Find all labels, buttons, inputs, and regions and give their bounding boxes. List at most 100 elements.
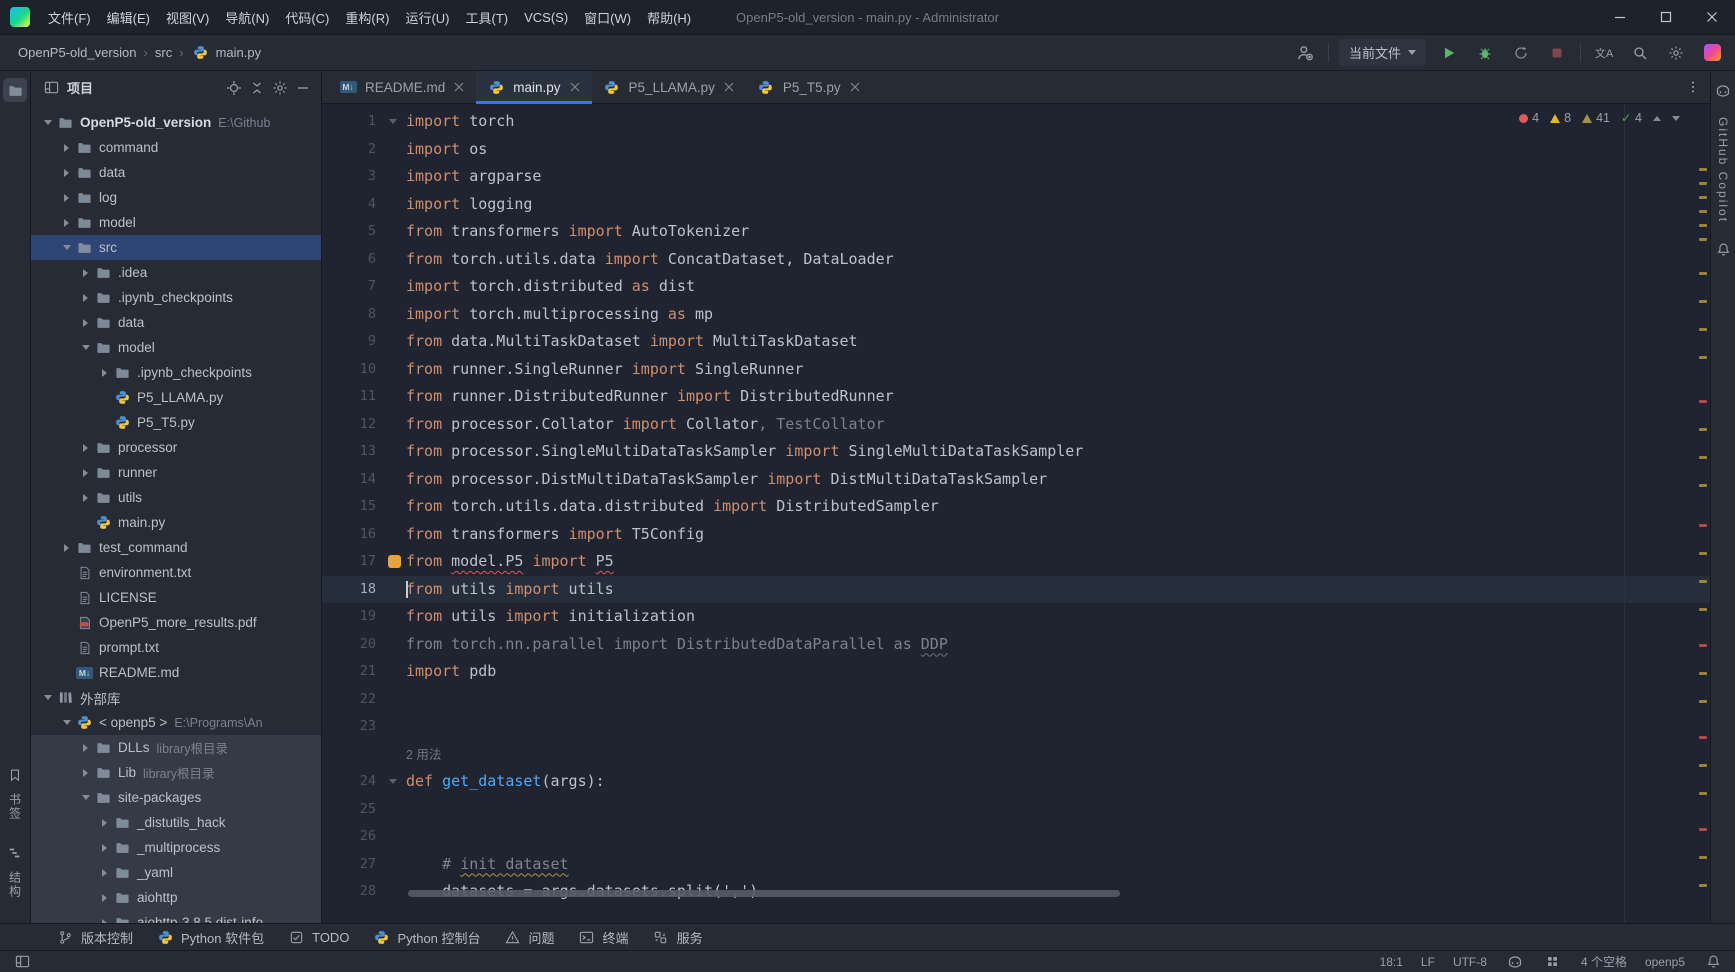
tree-row[interactable]: command (31, 135, 321, 160)
minimize-button[interactable] (1597, 0, 1643, 34)
code-line[interactable]: 10from runner.SingleRunner import Single… (322, 356, 1710, 384)
code-line[interactable]: 23 (322, 713, 1710, 741)
tree-row[interactable]: main.py (31, 510, 321, 535)
tab-close-icon[interactable] (722, 77, 736, 97)
editor-tab[interactable]: main.py (476, 71, 591, 103)
tab-close-icon[interactable] (848, 77, 862, 97)
code-area[interactable]: 1import torch2import os3import argparse4… (322, 104, 1710, 906)
tree-row[interactable]: .idea (31, 260, 321, 285)
hide-panel-icon[interactable] (293, 78, 313, 98)
chevron-right-icon[interactable] (77, 319, 94, 327)
next-issue-button[interactable] (1672, 116, 1680, 121)
notifications[interactable] (1703, 952, 1723, 972)
editor-tab[interactable]: M↓README.md (328, 71, 476, 103)
weak-warning-count[interactable]: 41 (1582, 111, 1610, 125)
menu-item[interactable]: 导航(N) (217, 3, 277, 32)
chevron-right-icon[interactable] (58, 219, 75, 227)
tab-close-icon[interactable] (452, 77, 466, 97)
tool-window-button[interactable]: 结构 (5, 843, 25, 907)
chevron-right-icon[interactable] (96, 919, 113, 924)
inlay-hint-line[interactable]: 2 用法 (322, 741, 1710, 769)
tree-row[interactable]: prompt.txt (31, 635, 321, 660)
run-configuration-select[interactable]: 当前文件 (1339, 39, 1426, 66)
line-separator[interactable]: LF (1421, 955, 1435, 969)
code-line[interactable]: 5from transformers import AutoTokenizer (322, 218, 1710, 246)
code-line[interactable]: 17from model.P5 import P5 (322, 548, 1710, 576)
menu-item[interactable]: 代码(C) (277, 3, 337, 32)
project-stripe-button[interactable] (3, 78, 27, 102)
chevron-right-icon[interactable] (58, 144, 75, 152)
horizontal-scrollbar[interactable] (408, 890, 1120, 897)
indent-size[interactable]: 4 个空格 (1581, 953, 1627, 970)
error-stripe-mark[interactable] (1699, 580, 1707, 583)
search-everywhere-icon[interactable] (1627, 40, 1653, 66)
error-stripe-mark[interactable] (1699, 400, 1707, 403)
error-stripe-mark[interactable] (1699, 792, 1707, 795)
maximize-button[interactable] (1643, 0, 1689, 34)
ai-assistant-icon[interactable] (1699, 40, 1725, 66)
tool-window-button[interactable]: TODO (277, 924, 358, 950)
run-with-coverage-icon[interactable] (1508, 40, 1534, 66)
error-stripe-mark[interactable] (1699, 356, 1707, 359)
tool-window-button[interactable]: 终端 (568, 924, 638, 950)
error-count[interactable]: 4 (1519, 111, 1539, 125)
chevron-right-icon[interactable] (58, 544, 75, 552)
chevron-down-icon[interactable] (39, 695, 56, 700)
menu-item[interactable]: 工具(T) (457, 3, 516, 32)
tree-row[interactable]: .ipynb_checkpoints (31, 285, 321, 310)
ok-count[interactable]: ✓4 (1621, 111, 1642, 125)
code-line[interactable]: 6from torch.utils.data import ConcatData… (322, 246, 1710, 274)
collapse-all-icon[interactable] (247, 78, 267, 98)
tree-row[interactable]: environment.txt (31, 560, 321, 585)
error-stripe-mark[interactable] (1699, 700, 1707, 703)
tree-row[interactable]: LICENSE (31, 585, 321, 610)
error-stripe-mark[interactable] (1699, 272, 1707, 275)
chevron-right-icon[interactable] (96, 844, 113, 852)
tool-window-button[interactable]: 服务 (642, 924, 712, 950)
tree-row[interactable]: src (31, 235, 321, 260)
tool-window-button[interactable]: 问题 (494, 924, 564, 950)
code-line[interactable]: 20from torch.nn.parallel import Distribu… (322, 631, 1710, 659)
tree-row[interactable]: site-packages (31, 785, 321, 810)
chevron-right-icon[interactable] (77, 294, 94, 302)
error-stripe-mark[interactable] (1699, 168, 1707, 171)
run-icon[interactable] (1436, 40, 1462, 66)
user-settings-icon[interactable] (1292, 40, 1318, 66)
ai-status[interactable] (1543, 952, 1563, 972)
code-line[interactable]: 25 (322, 796, 1710, 824)
tab-close-icon[interactable] (568, 77, 582, 97)
tree-row[interactable]: data (31, 310, 321, 335)
error-stripe-mark[interactable] (1699, 524, 1707, 527)
tree-row[interactable]: < openp5 >E:\Programs\An (31, 710, 321, 735)
editor-tab[interactable]: P5_LLAMA.py (592, 71, 746, 103)
chevron-down-icon[interactable] (39, 120, 56, 125)
chevron-right-icon[interactable] (77, 494, 94, 502)
code-line[interactable]: 18from utils import utils (322, 576, 1710, 604)
tree-row[interactable]: Liblibrary根目录 (31, 760, 321, 785)
tree-row[interactable]: aiohttp-3.8.5.dist-info (31, 910, 321, 923)
stop-icon[interactable] (1544, 40, 1570, 66)
chevron-right-icon[interactable] (96, 869, 113, 877)
settings-icon[interactable] (1663, 40, 1689, 66)
code-line[interactable]: 22 (322, 686, 1710, 714)
code-line[interactable]: 8import torch.multiprocessing as mp (322, 301, 1710, 329)
warning-count[interactable]: 8 (1550, 111, 1571, 125)
translate-icon[interactable]: 文A (1591, 40, 1617, 66)
tree-row[interactable]: P5_LLAMA.py (31, 385, 321, 410)
error-stripe-mark[interactable] (1699, 238, 1707, 241)
code-line[interactable]: 4import logging (322, 191, 1710, 219)
locate-file-icon[interactable] (224, 78, 244, 98)
breadcrumb-item[interactable]: main.py (187, 40, 266, 66)
menu-item[interactable]: 视图(V) (158, 3, 217, 32)
chevron-right-icon[interactable] (58, 194, 75, 202)
chevron-right-icon[interactable] (96, 894, 113, 902)
chevron-right-icon[interactable] (77, 269, 94, 277)
chevron-right-icon[interactable] (77, 769, 94, 777)
code-line[interactable]: 2import os (322, 136, 1710, 164)
usages-inlay-hint[interactable]: 2 用法 (406, 748, 441, 762)
menu-item[interactable]: 文件(F) (40, 3, 99, 32)
menu-item[interactable]: VCS(S) (516, 5, 576, 30)
tool-window-button[interactable]: 版本控制 (46, 924, 142, 950)
tree-row[interactable]: OpenP5_more_results.pdf (31, 610, 321, 635)
chevron-right-icon[interactable] (58, 169, 75, 177)
